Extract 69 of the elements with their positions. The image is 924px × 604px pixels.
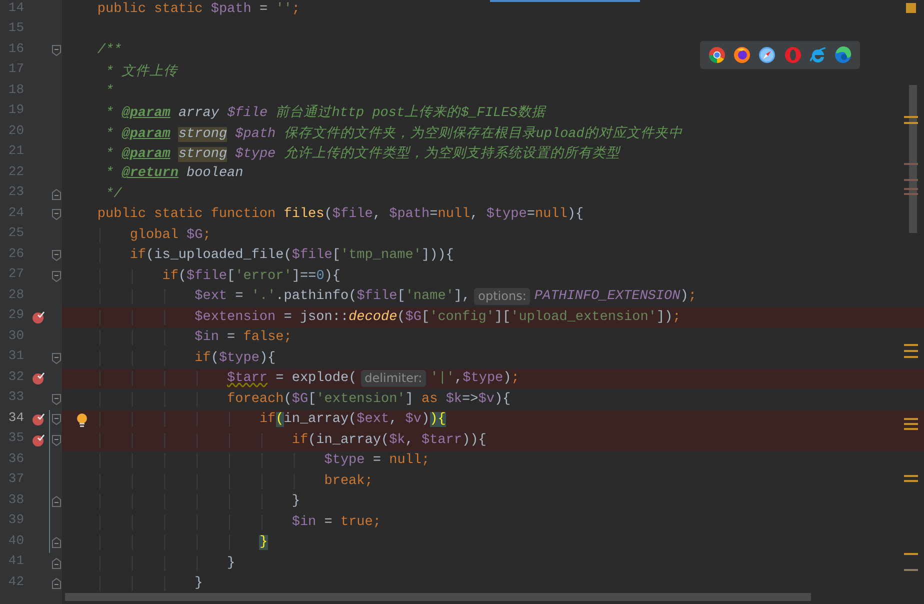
code-text: public static function files($file, $path=null, $type=null){ [97,207,584,222]
code-text: if(in_array($k, $tarr)){ [292,432,486,448]
code-text: public static $path = ''; [97,2,300,18]
code-text: } [194,576,203,592]
fold-icon[interactable] [52,352,60,364]
breakpoint-icon[interactable] [32,310,44,324]
code-text: /** [97,43,122,58]
parameter-hint: options: [474,288,530,306]
fold-icon[interactable] [52,209,60,220]
code-text: } [259,535,268,550]
code-text: * @param strong $type 允许上传的文件类型，为空则支持系统设置的所有类型 [106,144,620,162]
code-text: * @return boolean [106,166,244,182]
scrollbar-thumb[interactable] [65,593,811,601]
scroll-marker [904,122,918,124]
scroll-marker [904,350,918,352]
code-text: * @param strong $path 保存文件的文件夹，为空则保存在根目录upload的对应文件夹中 [106,124,682,142]
fold-icon[interactable] [52,414,60,426]
code-text: * 文件上传 [106,62,178,80]
code-text: $in = true; [292,514,381,530]
scrollbar-thumb[interactable] [909,85,917,233]
lightbulb-icon[interactable] [76,412,88,426]
fold-icon[interactable] [52,270,60,282]
scroll-marker [904,418,918,420]
code-text: if(in_array($ext, $v)){ [259,412,446,428]
scroll-marker [904,188,918,190]
scroll-marker [904,116,918,118]
scroll-marker [904,356,918,358]
scroll-marker [904,179,918,181]
code-text: * @param array $file 前台通过http post上传来的$_FILES数据 [106,104,546,122]
browser-icon[interactable] [758,46,776,64]
code-text: break; [324,474,373,489]
scroll-marker [904,163,918,165]
breakpoint-icon[interactable] [32,372,44,386]
code-text: if($type){ [194,350,276,366]
scroll-marker [904,569,918,571]
code-text: } [227,556,236,571]
scroll-marker [904,475,918,477]
code-text: foreach($G['extension'] as $k=>$v){ [227,392,511,407]
breakpoint-icon[interactable] [32,434,44,447]
scroll-marker [904,423,918,425]
breakpoint-icon[interactable] [32,413,44,426]
code-text: if(is_uploaded_file($file['tmp_name'])){ [130,248,454,264]
browser-icon[interactable] [732,46,751,64]
code-text: PATHINFO_EXTENSION); [534,289,696,304]
browser-icon[interactable] [708,46,726,64]
code-text: */ [106,186,122,202]
code-text: '|',$type); [430,371,520,386]
line-number: 34 [7,410,25,426]
code-text: * [106,84,114,100]
code-text: $extension = json::decode($G['config']['upload_extension']); [194,310,681,325]
code-text: if($file['error']==0){ [162,268,340,284]
fold-icon[interactable] [52,394,60,405]
browser-icon[interactable] [834,46,852,64]
code-text: global $G; [130,228,211,243]
scroll-marker [904,428,918,430]
inspection-status-icon [906,3,916,13]
code-text: $type = null; [324,453,430,468]
scroll-marker [904,344,918,346]
fold-icon[interactable] [52,250,60,262]
code-text: } [292,494,300,510]
code-text: $in = false; [194,330,292,346]
code-text: $tarr = explode( [227,371,357,386]
scroll-marker [904,193,918,195]
scroll-marker [904,480,918,482]
parameter-hint: delimiter: [360,370,426,388]
scroll-marker [904,553,918,555]
fold-icon[interactable] [52,434,60,446]
fold-icon[interactable] [52,45,60,56]
code-text: $ext = '.'.pathinfo($file['name'], [194,289,470,304]
